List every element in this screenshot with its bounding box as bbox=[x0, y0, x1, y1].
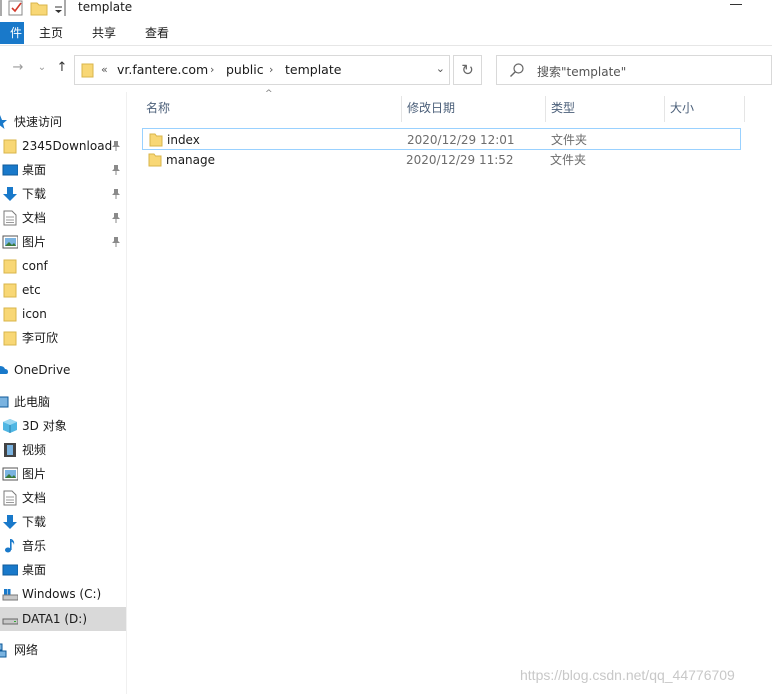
pin-icon[interactable] bbox=[111, 188, 121, 200]
file-type: 文件夹 bbox=[551, 133, 588, 147]
quick-access-toolbar bbox=[0, 0, 66, 16]
film-icon bbox=[4, 443, 16, 457]
file-date: 2020/12/29 11:52 bbox=[406, 153, 514, 167]
breadcrumb-separator-icon[interactable]: › bbox=[210, 62, 214, 78]
folder-icon bbox=[149, 133, 163, 147]
sidebar-item-downloads[interactable]: 下载 bbox=[0, 183, 126, 205]
breadcrumb-separator-icon[interactable]: › bbox=[269, 62, 273, 78]
sidebar-item-data1-d[interactable]: DATA1 (D:) bbox=[0, 607, 126, 631]
minimize-button[interactable] bbox=[730, 4, 742, 5]
file-name: index bbox=[167, 133, 200, 147]
folder-icon bbox=[3, 283, 17, 298]
folder-icon bbox=[81, 63, 94, 78]
properties-icon[interactable] bbox=[0, 0, 26, 16]
desktop-icon bbox=[2, 564, 18, 576]
column-header-size[interactable]: 大小 bbox=[670, 94, 694, 122]
refresh-icon: ↻ bbox=[461, 61, 474, 79]
tab-file[interactable]: 件 bbox=[0, 22, 24, 44]
folder-icon bbox=[3, 259, 17, 274]
sidebar-item-pictures[interactable]: 图片 bbox=[0, 231, 126, 253]
download-arrow-icon bbox=[3, 187, 17, 201]
music-note-icon bbox=[5, 539, 15, 553]
cube-icon bbox=[3, 419, 17, 433]
sidebar-item-pictures-pc[interactable]: 图片 bbox=[0, 463, 126, 485]
address-bar[interactable]: « vr.fantere.com › public › template ⌄ bbox=[74, 55, 450, 85]
column-header-date[interactable]: 修改日期 bbox=[407, 94, 455, 122]
sidebar-item-network[interactable]: 网络 bbox=[0, 639, 126, 661]
sidebar-item-likexin[interactable]: 李可欣 bbox=[0, 327, 126, 349]
pin-icon[interactable] bbox=[111, 212, 121, 224]
overflow-chevron-icon[interactable]: « bbox=[101, 62, 108, 78]
pin-icon[interactable] bbox=[111, 164, 121, 176]
folder-icon bbox=[3, 139, 17, 154]
breadcrumb-template[interactable]: template bbox=[285, 62, 341, 78]
download-arrow-icon bbox=[3, 515, 17, 529]
refresh-button[interactable]: ↻ bbox=[453, 55, 482, 85]
forward-arrow-icon[interactable]: → bbox=[10, 60, 26, 76]
file-date: 2020/12/29 12:01 bbox=[407, 133, 515, 147]
sidebar-item-documents-pc[interactable]: 文档 bbox=[0, 487, 126, 509]
navigation-bar: → ⌄ ↑ « vr.fantere.com › public › templa… bbox=[0, 46, 772, 92]
drive-icon bbox=[2, 589, 18, 601]
sidebar-item-this-pc[interactable]: 此电脑 bbox=[0, 391, 126, 413]
file-type: 文件夹 bbox=[550, 153, 587, 167]
sidebar-item-downloads-pc[interactable]: 下载 bbox=[0, 511, 126, 533]
pin-icon[interactable] bbox=[111, 140, 121, 152]
table-row-index[interactable]: index 2020/12/29 12:01 文件夹 bbox=[142, 128, 741, 150]
customize-toolbar-icon[interactable] bbox=[52, 0, 66, 16]
tab-view[interactable]: 查看 bbox=[145, 20, 169, 46]
address-dropdown-icon[interactable]: ⌄ bbox=[436, 62, 445, 75]
recent-locations-chevron-icon[interactable]: ⌄ bbox=[34, 60, 50, 76]
folder-icon bbox=[148, 153, 162, 167]
file-list: ^ 名称 修改日期 类型 大小 index 2020/12/29 12:01 文… bbox=[128, 89, 772, 694]
sidebar-item-videos[interactable]: 视频 bbox=[0, 439, 126, 461]
file-name: manage bbox=[166, 153, 216, 167]
document-icon bbox=[3, 490, 17, 506]
picture-icon bbox=[2, 467, 18, 481]
table-row-manage[interactable]: manage 2020/12/29 11:52 文件夹 bbox=[142, 149, 741, 171]
column-divider[interactable] bbox=[744, 96, 745, 122]
sidebar-item-icon[interactable]: icon bbox=[0, 303, 126, 325]
column-divider[interactable] bbox=[545, 96, 546, 122]
sidebar-item-desktop[interactable]: 桌面 bbox=[0, 159, 126, 181]
window-title: template bbox=[78, 0, 133, 14]
column-divider[interactable] bbox=[401, 96, 402, 122]
sidebar-item-windows-c[interactable]: Windows (C:) bbox=[0, 583, 126, 605]
tab-share[interactable]: 共享 bbox=[92, 20, 116, 46]
column-header-type[interactable]: 类型 bbox=[551, 94, 575, 122]
sidebar-item-onedrive[interactable]: OneDrive bbox=[0, 359, 126, 381]
picture-icon bbox=[2, 235, 18, 249]
folder-icon bbox=[3, 331, 17, 346]
watermark: https://blog.csdn.net/qq_44776709 bbox=[520, 667, 735, 683]
breadcrumb-public[interactable]: public bbox=[226, 62, 264, 78]
drive-icon bbox=[2, 618, 18, 625]
column-divider[interactable] bbox=[664, 96, 665, 122]
title-bar: template bbox=[0, 0, 772, 16]
search-placeholder: 搜索"template" bbox=[537, 65, 627, 79]
sidebar-item-2345download[interactable]: 2345Download bbox=[0, 135, 126, 157]
column-header-name[interactable]: 名称 bbox=[146, 94, 170, 122]
sidebar-item-documents[interactable]: 文档 bbox=[0, 207, 126, 229]
sidebar-item-conf[interactable]: conf bbox=[0, 255, 126, 277]
sort-ascending-icon: ^ bbox=[265, 89, 273, 99]
ribbon-tabs: 件 主页 共享 查看 bbox=[0, 20, 772, 46]
sidebar-item-music[interactable]: 音乐 bbox=[0, 535, 126, 557]
sidebar-item-quick-access[interactable]: 快速访问 bbox=[0, 111, 126, 133]
sidebar-item-desktop-pc[interactable]: 桌面 bbox=[0, 559, 126, 581]
desktop-icon bbox=[2, 164, 18, 176]
pin-icon[interactable] bbox=[111, 236, 121, 248]
up-arrow-icon[interactable]: ↑ bbox=[54, 60, 70, 76]
navigation-pane: 快速访问 2345Download 桌面 下载 文档 图片 conf etc i… bbox=[0, 92, 127, 694]
folder-icon bbox=[3, 307, 17, 322]
search-icon bbox=[510, 63, 524, 77]
sidebar-item-3d-objects[interactable]: 3D 对象 bbox=[0, 415, 126, 437]
sidebar-item-etc[interactable]: etc bbox=[0, 279, 126, 301]
new-folder-icon[interactable] bbox=[30, 0, 50, 16]
search-input[interactable]: 搜索"template" bbox=[496, 55, 772, 85]
tab-home[interactable]: 主页 bbox=[39, 20, 63, 46]
document-icon bbox=[3, 210, 17, 226]
breadcrumb-vr-fantere[interactable]: vr.fantere.com bbox=[117, 62, 208, 78]
